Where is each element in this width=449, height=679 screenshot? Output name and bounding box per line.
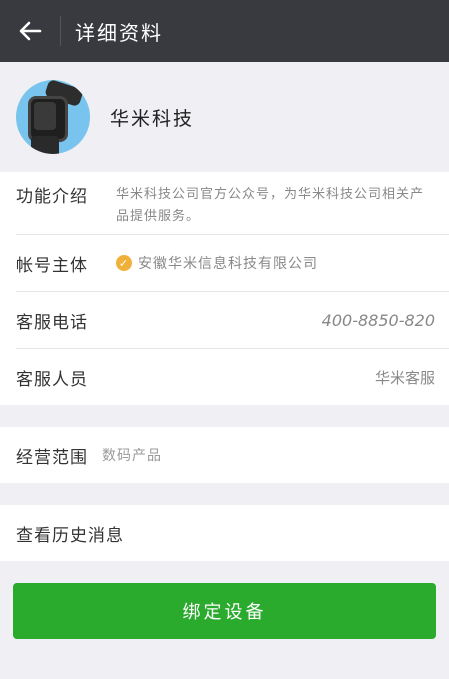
header-divider <box>60 16 61 46</box>
account-label: 帐号主体 <box>16 255 88 276</box>
arrow-left-icon <box>19 21 42 41</box>
watch-band-bottom <box>31 136 59 154</box>
history-row[interactable]: 查看历史消息 <box>16 505 449 561</box>
history-label: 查看历史消息 <box>16 525 124 546</box>
phone-value: 400-8850-820 <box>321 310 435 330</box>
staff-row[interactable]: 客服人员 华米客服 <box>16 349 449 405</box>
history-group: 查看历史消息 <box>0 505 449 561</box>
business-label: 经营范围 <box>16 447 88 468</box>
verified-icon: ✓ <box>116 255 132 271</box>
watch-face <box>34 102 56 130</box>
business-group: 经营范围 数码产品 <box>0 427 449 483</box>
back-button[interactable] <box>0 0 60 62</box>
phone-label: 客服电话 <box>16 312 88 333</box>
intro-value: 华米科技公司官方公众号，为华米科技公司相关产品提供服务。 <box>116 187 425 224</box>
account-row[interactable]: 帐号主体 ✓ 安徽华米信息科技有限公司 <box>16 235 449 292</box>
page-title: 详细资料 <box>75 20 163 45</box>
top-bar: 详细资料 <box>0 0 449 62</box>
staff-label: 客服人员 <box>16 369 88 390</box>
business-value: 数码产品 <box>102 448 162 464</box>
avatar[interactable] <box>16 80 90 154</box>
intro-row: 功能介绍 华米科技公司官方公众号，为华米科技公司相关产品提供服务。 <box>16 172 449 235</box>
button-container: 绑定设备 <box>0 561 449 639</box>
info-group: 功能介绍 华米科技公司官方公众号，为华米科技公司相关产品提供服务。 帐号主体 ✓… <box>0 172 449 405</box>
staff-value: 华米客服 <box>374 368 435 387</box>
profile-header: 华米科技 <box>0 62 449 172</box>
business-row: 经营范围 数码产品 <box>16 427 449 483</box>
account-value: ✓ 安徽华米信息科技有限公司 <box>116 253 318 273</box>
intro-label: 功能介绍 <box>16 187 88 207</box>
bind-device-button[interactable]: 绑定设备 <box>13 583 436 639</box>
account-value-text: 安徽华米信息科技有限公司 <box>138 256 318 272</box>
account-name: 华米科技 <box>110 107 195 130</box>
phone-row[interactable]: 客服电话 400-8850-820 <box>16 292 449 349</box>
